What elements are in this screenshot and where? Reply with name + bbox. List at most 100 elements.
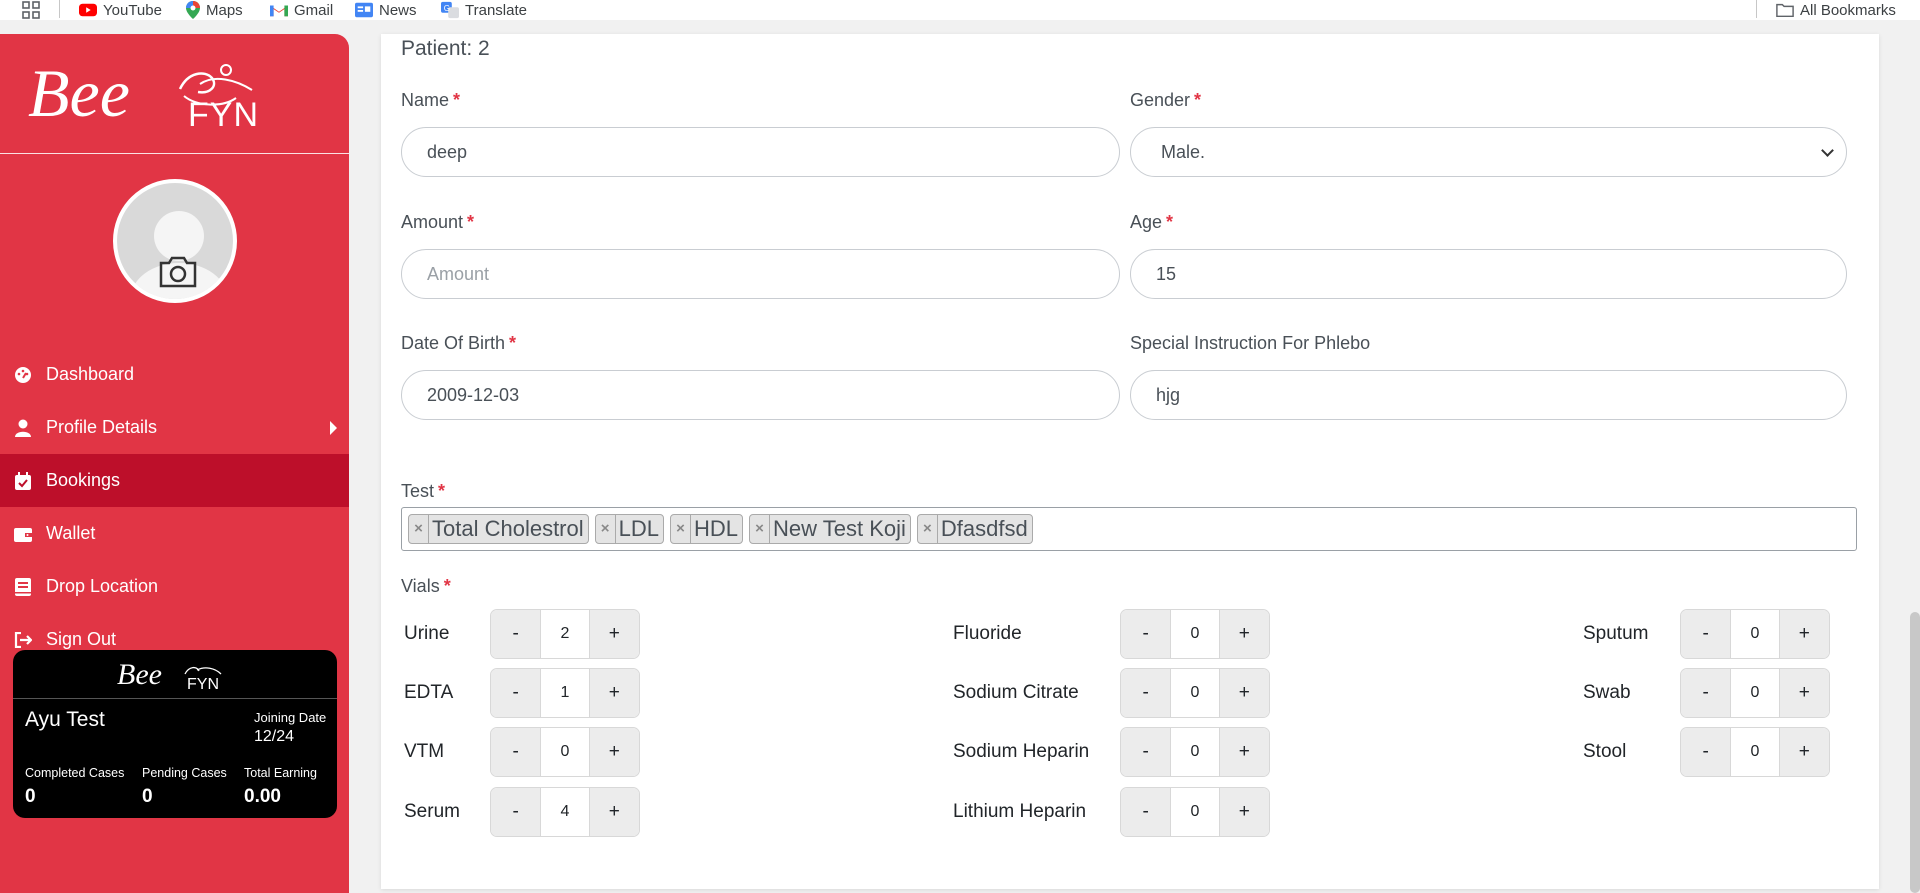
sign-out-icon (14, 631, 32, 649)
patient-title: Patient: 2 (401, 37, 490, 60)
bookmark-label: Maps (206, 1, 243, 19)
vial-stepper-sodium-heparin: - 0 + (1120, 727, 1270, 777)
decrement-button[interactable]: - (1121, 610, 1171, 658)
increment-button[interactable]: + (1219, 669, 1269, 717)
bookmark-news[interactable]: News (355, 0, 417, 20)
decrement-button[interactable]: - (491, 669, 541, 717)
special-instruction-input[interactable]: hjg (1130, 370, 1847, 420)
avatar[interactable] (113, 179, 237, 303)
increment-button[interactable]: + (1779, 728, 1829, 776)
sidebar-item-profile-details[interactable]: Profile Details (0, 401, 349, 454)
increment-button[interactable]: + (589, 788, 639, 836)
increment-button[interactable]: + (589, 610, 639, 658)
vial-count-input[interactable]: 1 (540, 669, 590, 717)
vial-count-input[interactable]: 0 (1170, 788, 1220, 836)
gender-select[interactable]: Male. (1130, 127, 1847, 177)
decrement-button[interactable]: - (1681, 728, 1731, 776)
vial-count-input[interactable]: 0 (1170, 728, 1220, 776)
decrement-button[interactable]: - (491, 728, 541, 776)
increment-button[interactable]: + (1219, 610, 1269, 658)
remove-chip-icon[interactable]: × (596, 515, 616, 543)
vial-count-input[interactable]: 0 (1730, 728, 1780, 776)
amount-label: Amount * (401, 212, 475, 232)
dashboard-icon (14, 366, 32, 384)
logo[interactable]: Bee FYN (0, 34, 349, 154)
age-input[interactable]: 15 (1130, 249, 1847, 299)
test-multiselect[interactable]: × Total Cholestrol × LDL × HDL × New Test Ko… (401, 507, 1857, 551)
decrement-button[interactable]: - (1121, 669, 1171, 717)
profile-summary-card: Bee FYN Ayu Test Joining Date 12/24 Comp… (13, 650, 337, 818)
caret-right-icon (330, 421, 337, 435)
sidebar-item-wallet[interactable]: Wallet (0, 507, 349, 560)
sidebar-item-dashboard[interactable]: Dashboard (0, 348, 349, 401)
increment-button[interactable]: + (1219, 788, 1269, 836)
sidebar-item-label: Dashboard (46, 364, 135, 384)
vial-count-input[interactable]: 2 (540, 610, 590, 658)
apps-grid-icon[interactable] (22, 1, 40, 19)
joining-date: 12/24 (254, 728, 295, 745)
decrement-button[interactable]: - (1121, 728, 1171, 776)
vial-name: Stool (1583, 741, 1627, 762)
youtube-icon (79, 3, 97, 17)
decrement-button[interactable]: - (1681, 669, 1731, 717)
all-bookmarks-label: All Bookmarks (1800, 1, 1896, 19)
increment-button[interactable]: + (1219, 728, 1269, 776)
increment-button[interactable]: + (1779, 669, 1829, 717)
translate-icon: G (441, 1, 459, 19)
remove-chip-icon[interactable]: × (918, 515, 938, 543)
card-logo-script: Bee (117, 658, 162, 691)
vial-count-input[interactable]: 0 (1730, 669, 1780, 717)
news-icon (355, 2, 373, 18)
remove-chip-icon[interactable]: × (409, 515, 429, 543)
name-input[interactable]: deep (401, 127, 1120, 177)
vial-stepper-urine: - 2 + (490, 609, 640, 659)
decrement-button[interactable]: - (491, 788, 541, 836)
vial-count-input[interactable]: 0 (1170, 610, 1220, 658)
vial-stepper-swab: - 0 + (1680, 668, 1830, 718)
gender-selected-value: Male. (1161, 141, 1206, 162)
vial-name: Urine (404, 623, 450, 644)
vial-name: Sputum (1583, 623, 1649, 644)
sidebar-item-bookings[interactable]: Bookings (0, 454, 349, 507)
sidebar: Bee FYN Dashboard Profile Details Bookin… (0, 34, 349, 893)
increment-button[interactable]: + (589, 728, 639, 776)
test-label: Test * (401, 481, 446, 501)
bookmark-youtube[interactable]: YouTube (79, 0, 162, 20)
bookmark-maps[interactable]: Maps (186, 0, 243, 20)
vial-count-input[interactable]: 4 (540, 788, 590, 836)
vial-stepper-sodium-citrate: - 0 + (1120, 668, 1270, 718)
decrement-button[interactable]: - (1121, 788, 1171, 836)
book-icon (14, 577, 32, 596)
remove-chip-icon[interactable]: × (671, 515, 691, 543)
decrement-button[interactable]: - (1681, 610, 1731, 658)
sidebar-item-drop-location[interactable]: Drop Location (0, 560, 349, 613)
vial-name: Sodium Heparin (953, 741, 1090, 762)
vial-stepper-stool: - 0 + (1680, 727, 1830, 777)
vial-count-input[interactable]: 0 (1170, 669, 1220, 717)
folder-icon (1776, 3, 1794, 18)
vial-count-input[interactable]: 0 (540, 728, 590, 776)
amount-input[interactable]: Amount (401, 249, 1120, 299)
bookmark-translate[interactable]: G Translate (441, 0, 527, 20)
vial-name: Lithium Heparin (953, 801, 1087, 822)
vial-stepper-vtm: - 0 + (490, 727, 640, 777)
all-bookmarks[interactable]: All Bookmarks (1776, 0, 1896, 20)
special-instruction-label: Special Instruction For Phlebo (1130, 333, 1371, 353)
chevron-down-icon (1821, 144, 1834, 157)
maps-icon (186, 1, 200, 19)
vial-count-input[interactable]: 0 (1730, 610, 1780, 658)
increment-button[interactable]: + (589, 669, 639, 717)
bookmark-gmail[interactable]: Gmail (270, 0, 333, 20)
camera-icon[interactable] (157, 255, 199, 289)
gmail-icon (270, 5, 288, 17)
remove-chip-icon[interactable]: × (750, 515, 771, 543)
total-earning-value: 0.00 (244, 786, 281, 807)
dob-input[interactable]: 2009-12-03 (401, 370, 1120, 420)
decrement-button[interactable]: - (491, 610, 541, 658)
bookmark-label: Gmail (294, 1, 334, 19)
page-scrollbar[interactable] (1910, 612, 1920, 893)
vial-stepper-edta: - 1 + (490, 668, 640, 718)
vial-name: EDTA (404, 682, 454, 703)
increment-button[interactable]: + (1779, 610, 1829, 658)
joining-date-label: Joining Date (254, 710, 327, 725)
